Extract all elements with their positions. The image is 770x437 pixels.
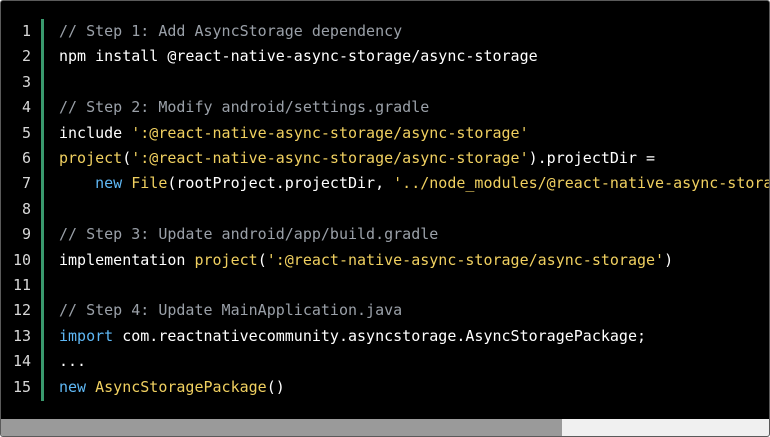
code-token-string: ':@react-native-async-storage/async-stor… — [131, 149, 529, 167]
gutter-divider — [41, 19, 44, 401]
code-token-plain: implementation — [59, 250, 195, 269]
line-number: 3 — [21, 72, 31, 91]
code-text: project(':@react-native-async-storage/as… — [59, 146, 655, 171]
code-token-fn: project — [194, 250, 258, 269]
code-text: import com.reactnativecommunity.asyncsto… — [59, 324, 646, 349]
code-token-string: ':@react-native-async-storage/async-stor… — [266, 250, 665, 269]
code-text: // Step 3: Update android/app/build.grad… — [59, 222, 438, 247]
line-number: 5 — [21, 123, 31, 142]
code-token-fn: project — [59, 149, 123, 167]
code-token-keyword: import — [59, 326, 114, 345]
code-block: 1 // Step 1: Add AsyncStorage dependency 2… — [0, 0, 770, 437]
line-number: 7 — [21, 174, 31, 193]
code-token-plain: (rootProject.projectDir, — [167, 174, 394, 193]
code-token-comment: // Step 3: Update android/app/build.grad… — [59, 225, 439, 244]
code-token-keyword: new — [95, 174, 123, 193]
code-token-plain: ).projectDir = — [528, 149, 656, 167]
code-text: // Step 2: Modify android/settings.gradl… — [59, 95, 429, 120]
line-number: 10 — [12, 250, 31, 269]
code-token-comment: // Step 2: Modify android/settings.gradl… — [59, 98, 430, 117]
code-text: // Step 1: Add AsyncStorage dependency — [59, 19, 402, 44]
code-text: new AsyncStoragePackage() — [59, 375, 285, 400]
code-area[interactable]: 1 // Step 1: Add AsyncStorage dependency 2… — [1, 19, 769, 405]
line-number: 15 — [12, 377, 31, 396]
code-text: new File(rootProject.projectDir, '../nod… — [59, 171, 769, 196]
line-number: 1 — [21, 22, 31, 40]
horizontal-scrollbar[interactable] — [1, 419, 769, 436]
code-token-fn: File — [131, 174, 168, 193]
line-number: 8 — [21, 199, 31, 218]
code-text: implementation project(':@react-native-a… — [59, 248, 673, 273]
line-number: 4 — [21, 98, 31, 117]
code-text: npm install @react-native-async-storage/… — [59, 44, 538, 69]
code-text: ... — [59, 349, 86, 374]
line-number: 11 — [12, 276, 31, 294]
code-token-plain: include — [59, 123, 132, 142]
scrollbar-thumb[interactable] — [1, 419, 562, 436]
code-token-string: '../node_modules/@react-native-async-sto… — [393, 174, 769, 193]
code-token-plain: ... — [59, 352, 87, 371]
line-number: 6 — [21, 149, 31, 167]
code-token-plain: () — [266, 377, 285, 396]
code-text: // Step 4: Update MainApplication.java — [59, 298, 402, 323]
code-token-plain: ( — [122, 149, 132, 167]
code-token-plain: com.reactnativecommunity.asyncstorage.As… — [113, 326, 647, 345]
code-token-comment: // Step 4: Update MainApplication.java — [59, 301, 403, 320]
code-token-plain: ( — [257, 250, 267, 269]
line-number: 2 — [21, 47, 31, 66]
code-token-comment: // Step 1: Add AsyncStorage dependency — [59, 22, 403, 40]
code-token-plain: npm install @react-native-async-storage/… — [59, 47, 538, 66]
code-text: include ':@react-native-async-storage/as… — [59, 121, 529, 146]
line-number: 12 — [12, 301, 31, 320]
code-token-fn: AsyncStoragePackage — [95, 377, 267, 396]
line-number: 14 — [12, 352, 31, 371]
code-token-keyword: new — [59, 377, 87, 396]
line-number: 13 — [12, 326, 31, 345]
code-token-string: ':@react-native-async-storage/async-stor… — [131, 123, 529, 142]
code-token-plain: ) — [664, 250, 674, 269]
line-number: 9 — [21, 225, 31, 244]
